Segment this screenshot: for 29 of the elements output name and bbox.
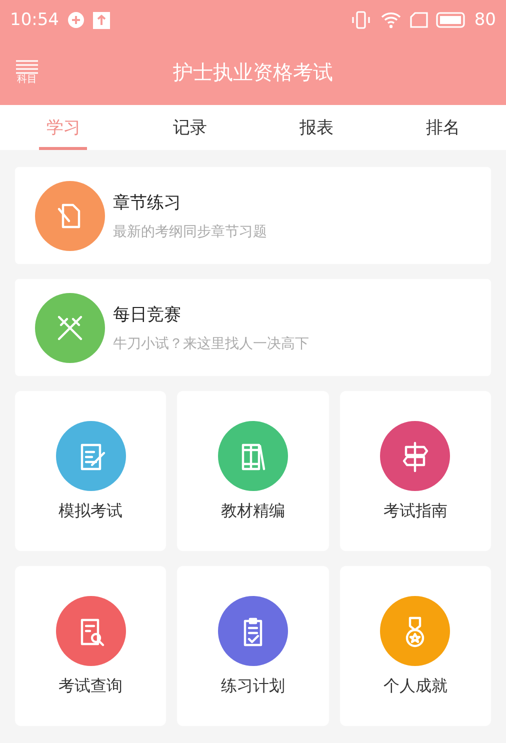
vibrate-icon <box>350 11 372 29</box>
feature-tile[interactable]: 练习计划 <box>177 566 329 726</box>
tab[interactable]: 排名 <box>380 105 506 150</box>
feature-card[interactable]: 章节练习 最新的考纲同步章节习题 <box>15 167 491 264</box>
tab[interactable]: 报表 <box>253 105 380 150</box>
tile-label: 考试指南 <box>383 500 448 522</box>
feature-subtitle: 牛刀小试？来这里找人一决高下 <box>113 334 309 352</box>
battery-level: 80 <box>474 10 496 30</box>
tile-label: 个人成就 <box>383 676 448 696</box>
tile-label: 练习计划 <box>220 676 285 696</box>
feature-subtitle: 最新的考纲同步章节习题 <box>113 222 267 240</box>
feature-tile[interactable]: 考试指南 <box>340 391 491 551</box>
status-time: 10:54 <box>10 10 59 30</box>
feature-tile[interactable]: 个人成就 <box>340 566 491 726</box>
feature-tile[interactable]: 教材精编 <box>177 391 329 551</box>
feature-card[interactable]: 每日竞赛 牛刀小试？来这里找人一决高下 <box>15 279 491 376</box>
battery-icon <box>436 12 466 28</box>
tab[interactable]: 记录 <box>126 105 253 150</box>
page-title: 护士执业资格考试 <box>172 59 334 86</box>
sim-icon <box>410 12 428 28</box>
feature-tile[interactable]: 模拟考试 <box>15 391 166 551</box>
feature-title: 章节练习 <box>113 192 182 214</box>
tile-label: 考试查询 <box>58 676 123 696</box>
feature-title: 每日竞赛 <box>113 304 182 326</box>
tile-label: 教材精编 <box>220 500 285 522</box>
tile-label: 模拟考试 <box>58 500 123 522</box>
upload-icon <box>93 12 110 28</box>
feature-tile[interactable]: 考试查询 <box>15 566 166 726</box>
wifi-icon <box>380 11 402 29</box>
